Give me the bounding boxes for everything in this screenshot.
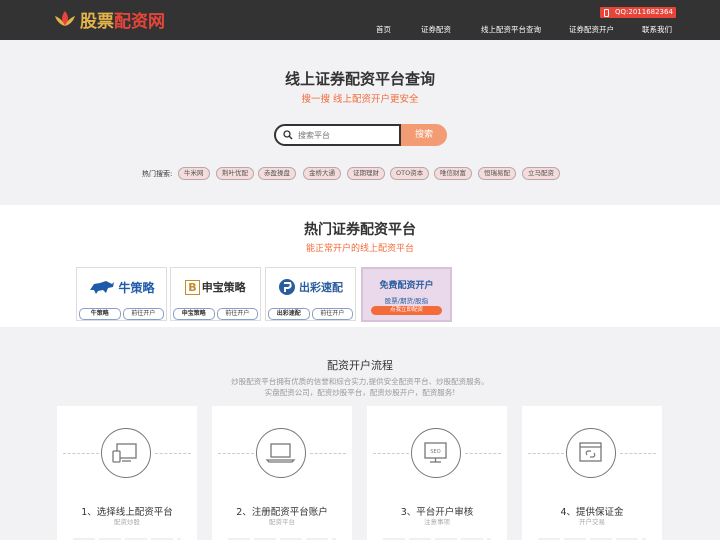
- card-footer: 申宝策略 前往开户: [172, 308, 259, 320]
- hot-search-label: 热门搜索:: [142, 170, 173, 178]
- dotted-line: [218, 453, 254, 454]
- free-account-card[interactable]: 免费配资开户 股票/期货/股指 点我立即配资: [361, 267, 452, 322]
- devices-icon: [101, 428, 151, 478]
- open-account-link[interactable]: 前往开户: [122, 308, 164, 320]
- hot-tag[interactable]: 恒瑞易配: [478, 167, 516, 180]
- nav-item-platform-query[interactable]: 线上配资平台查询: [481, 24, 541, 35]
- qq-badge[interactable]: QQ:2011682364: [600, 7, 676, 18]
- platform-logo: B 申宝策略: [171, 268, 260, 306]
- search-button[interactable]: 搜索: [401, 124, 447, 146]
- logo-text: 股票配资网: [80, 11, 165, 32]
- platform-name: 申宝策略: [173, 308, 215, 320]
- step-subtitle: 注意事项: [424, 518, 450, 526]
- hot-platforms-section: 热门证券配资平台 能正常开户的线上配资平台 牛策略 牛策略 前往开户 B 申宝策…: [0, 205, 720, 327]
- hot-tag[interactable]: 赤盈操盘: [258, 167, 296, 180]
- free-card-button[interactable]: 点我立即配资: [371, 306, 442, 315]
- platform-logo-text: 牛策略: [118, 280, 155, 295]
- browser-link-icon: [566, 428, 616, 478]
- process-step: 2、注册配资平台账户 配资平台: [212, 406, 352, 540]
- search-icon: [283, 130, 293, 140]
- nav-item-securities[interactable]: 证券配资: [421, 24, 451, 35]
- platform-logo-text: 申宝策略: [201, 281, 246, 294]
- chucai-logo-icon: [279, 279, 295, 295]
- process-step: 4、提供保证金 开户交易: [522, 406, 662, 540]
- hero-title: 线上证券配资平台查询: [284, 70, 435, 88]
- phone-icon: [604, 9, 609, 17]
- hot-tag[interactable]: 立马配资: [522, 167, 560, 180]
- process-desc-line: 实盘配资公司，配资炒股平台，配资炒股开户，配资服务!: [264, 388, 456, 397]
- process-title: 配资开户流程: [327, 359, 393, 372]
- hero-subtitle: 搜一搜 线上配资开户更安全: [301, 94, 419, 105]
- top-header: 股票配资网 QQ:2011682364 首页 证券配资 线上配资平台查询 证券配…: [0, 0, 720, 40]
- platform-card[interactable]: 牛策略 牛策略 前往开户: [76, 267, 167, 321]
- dotted-line: [373, 453, 409, 454]
- hot-tag[interactable]: 唯信财富: [434, 167, 472, 180]
- nav-item-contact[interactable]: 联系我们: [642, 24, 672, 35]
- card-footer: 出彩速配 前往开户: [267, 308, 354, 320]
- free-card-subtitle: 股票/期货/股指: [384, 297, 429, 305]
- search-box: [274, 124, 401, 146]
- process-step: SEO 3、平台开户审核 注意事项: [367, 406, 507, 540]
- nav-item-home[interactable]: 首页: [376, 24, 391, 35]
- hot-tag[interactable]: OTO资本: [390, 167, 430, 180]
- platform-card[interactable]: 出彩速配 出彩速配 前往开户: [265, 267, 356, 321]
- hero-section: 线上证券配资平台查询 搜一搜 线上配资开户更安全 搜索 热门搜索: 牛米网 荆叶…: [0, 40, 720, 205]
- dotted-line: [620, 453, 656, 454]
- step-subtitle: 开户交易: [579, 518, 605, 526]
- step-subtitle: 配资平台: [269, 518, 295, 526]
- dotted-line: [310, 453, 346, 454]
- platform-card[interactable]: B 申宝策略 申宝策略 前往开户: [170, 267, 261, 321]
- platform-logo: 牛策略: [77, 268, 166, 306]
- open-account-link[interactable]: 前往开户: [216, 308, 258, 320]
- dotted-line: [465, 453, 501, 454]
- open-account-link[interactable]: 前往开户: [311, 308, 353, 320]
- platforms-title: 热门证券配资平台: [304, 222, 416, 238]
- site-logo[interactable]: 股票配资网: [52, 8, 165, 32]
- seo-monitor-icon: SEO: [411, 428, 461, 478]
- free-card-title: 免费配资开户: [379, 281, 434, 291]
- hot-tag[interactable]: 金桥大通: [303, 167, 341, 180]
- svg-text:SEO: SEO: [430, 449, 440, 455]
- dotted-line: [528, 453, 564, 454]
- platforms-subtitle: 能正常开户的线上配资平台: [305, 244, 414, 254]
- lotus-logo-icon: [52, 9, 78, 29]
- platform-logo: 出彩速配: [266, 268, 355, 306]
- bull-icon: [90, 281, 115, 294]
- process-step: 1、选择线上配资平台 配资炒股: [57, 406, 197, 540]
- laptop-icon: [256, 428, 306, 478]
- qq-number: QQ:2011682364: [615, 8, 673, 16]
- platform-name: 牛策略: [79, 308, 121, 320]
- card-footer: 牛策略 前往开户: [78, 308, 165, 320]
- platform-name: 出彩速配: [268, 308, 310, 320]
- hot-tag[interactable]: 荆叶优配: [216, 167, 254, 180]
- search-input[interactable]: [298, 128, 394, 143]
- dotted-line: [63, 453, 99, 454]
- process-description: 炒股配资平台拥有优质的信誉和综合实力,提供安全配资平台、炒股配资服务。 实盘配资…: [0, 376, 720, 398]
- hot-tag[interactable]: 证期理财: [347, 167, 385, 180]
- platform-logo-text: 出彩速配: [299, 281, 343, 294]
- sb-badge-icon: B: [185, 279, 200, 295]
- dotted-line: [155, 453, 191, 454]
- hot-tag[interactable]: 牛米网: [178, 167, 210, 180]
- nav-item-open-account[interactable]: 证券配资开户: [569, 24, 614, 35]
- process-section: 配资开户流程 炒股配资平台拥有优质的信誉和综合实力,提供安全配资平台、炒股配资服…: [0, 327, 720, 540]
- step-subtitle: 配资炒股: [114, 518, 140, 526]
- process-desc-line: 炒股配资平台拥有优质的信誉和综合实力,提供安全配资平台、炒股配资服务。: [231, 377, 489, 386]
